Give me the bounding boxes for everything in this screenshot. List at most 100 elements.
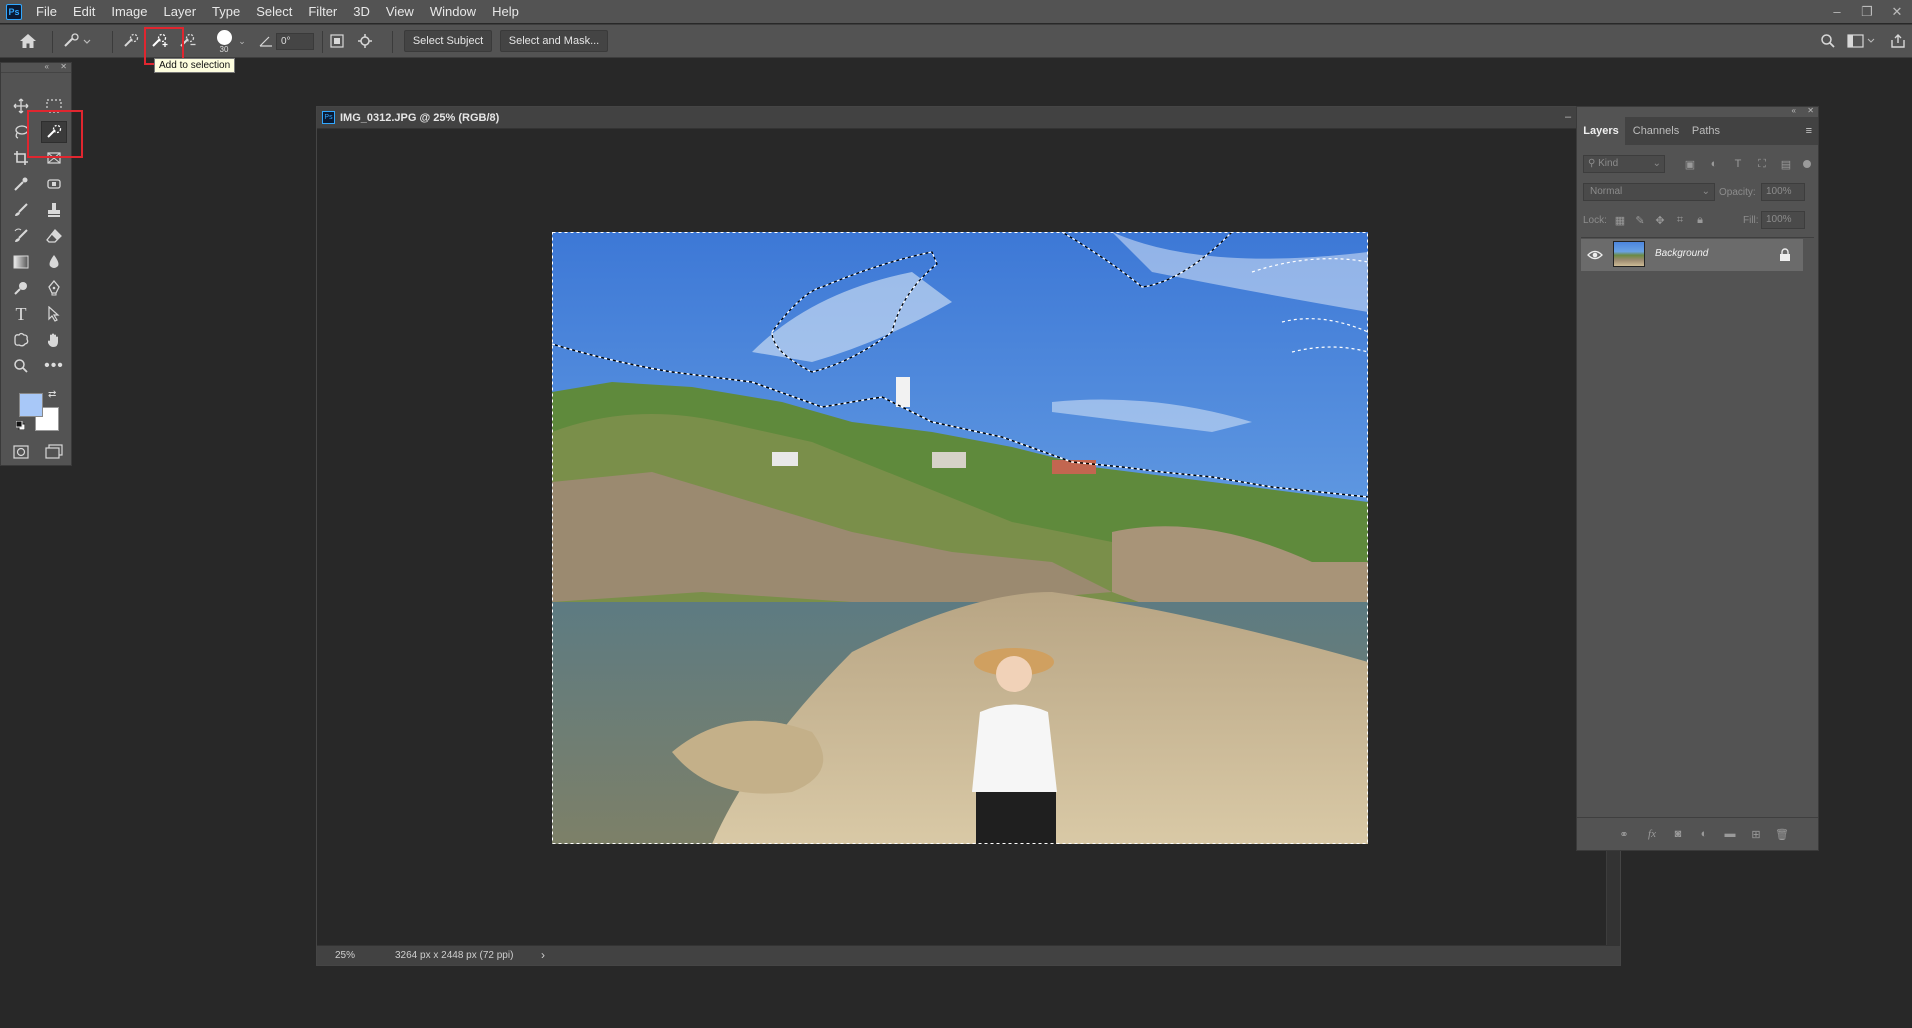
delete-layer-icon[interactable]: 🗑︎ — [1775, 827, 1789, 841]
fill-input[interactable]: 100% — [1761, 211, 1805, 229]
angle-input[interactable]: 0° — [276, 33, 314, 50]
hand-tool-icon[interactable] — [41, 329, 67, 351]
menu-edit[interactable]: Edit — [65, 0, 103, 23]
screen-mode-icon[interactable] — [41, 441, 67, 463]
share-icon[interactable] — [1886, 25, 1910, 57]
photo-scene — [552, 232, 1368, 844]
home-icon[interactable] — [14, 25, 42, 57]
menu-layer[interactable]: Layer — [156, 0, 205, 23]
blur-tool-icon[interactable] — [41, 251, 67, 273]
lock-position-icon[interactable]: ✥ — [1653, 213, 1667, 227]
shape-filter-icon[interactable]: ⛶ — [1755, 157, 1769, 171]
type-tool-icon[interactable]: T — [8, 303, 34, 325]
zoom-tool-icon[interactable] — [8, 355, 34, 377]
clone-stamp-tool-icon[interactable] — [41, 199, 67, 221]
smart-object-filter-icon[interactable]: ▤ — [1779, 157, 1793, 171]
swap-colors-icon[interactable]: ⇄ — [48, 389, 56, 400]
collapse-panel-icon[interactable]: « — [1792, 106, 1796, 115]
pixel-filter-icon[interactable]: ▣ — [1683, 157, 1697, 171]
sample-all-layers-icon[interactable] — [324, 25, 350, 57]
document-tab[interactable]: Ps IMG_0312.JPG @ 25% (RGB/8) – ☐ — [317, 107, 1620, 129]
tab-channels[interactable]: Channels — [1627, 117, 1685, 145]
add-mask-icon[interactable]: ◙ — [1671, 827, 1685, 841]
default-colors-icon[interactable] — [15, 419, 26, 431]
quick-mask-icon[interactable] — [8, 441, 34, 463]
quick-selection-highlight — [27, 110, 83, 158]
menu-image[interactable]: Image — [103, 0, 155, 23]
search-icon[interactable] — [1816, 25, 1840, 57]
menu-type[interactable]: Type — [204, 0, 248, 23]
tab-paths[interactable]: Paths — [1685, 117, 1727, 145]
fill-label: Fill: — [1743, 215, 1759, 226]
menu-select[interactable]: Select — [248, 0, 300, 23]
status-bar: 25% 3264 px x 2448 px (72 ppi) › — [317, 945, 1620, 965]
menu-window[interactable]: Window — [422, 0, 484, 23]
adjustment-layer-icon[interactable]: ◐ — [1697, 827, 1711, 841]
close-panel-icon[interactable]: ✕ — [1807, 106, 1814, 115]
link-layers-icon[interactable]: ⚭ — [1617, 827, 1631, 841]
document-info: 3264 px x 2448 px (72 ppi) — [395, 950, 514, 961]
chevron-right-icon[interactable]: › — [541, 948, 545, 962]
add-to-selection-tooltip: Add to selection — [154, 58, 236, 73]
layers-footer: ⚭ fx ◙ ◐ ▬ ⊞ 🗑︎ — [1577, 817, 1818, 850]
layer-row[interactable]: Background — [1581, 239, 1803, 271]
kind-filter-label: Kind — [1598, 158, 1619, 169]
menu-file[interactable]: File — [28, 0, 65, 23]
workspace-icon[interactable] — [1844, 25, 1880, 57]
custom-shape-tool-icon[interactable] — [8, 329, 34, 351]
minimize-button[interactable]: – — [1822, 4, 1852, 20]
lock-all-icon[interactable]: 🔒︎ — [1693, 213, 1707, 227]
close-button[interactable]: ✕ — [1882, 4, 1912, 20]
restore-button[interactable]: ❐ — [1852, 4, 1882, 20]
panel-menu-icon[interactable]: ≡ — [1806, 125, 1812, 137]
spot-healing-tool-icon[interactable] — [41, 173, 67, 195]
photoshop-logo: Ps — [6, 3, 22, 20]
eye-icon[interactable] — [1587, 247, 1603, 263]
lock-artboard-icon[interactable]: ⌗ — [1673, 213, 1687, 227]
select-and-mask-button[interactable]: Select and Mask... — [500, 30, 608, 52]
kind-filter[interactable]: ⚲ Kind ⌄ — [1583, 155, 1665, 173]
menu-help[interactable]: Help — [484, 0, 527, 23]
angle-icon — [258, 25, 274, 57]
pen-tool-icon[interactable] — [41, 277, 67, 299]
search-icon: ⚲ — [1588, 158, 1596, 169]
menu-3d[interactable]: 3D — [345, 0, 378, 23]
gradient-tool-icon[interactable] — [8, 251, 34, 273]
blend-mode-select[interactable]: Normal ⌄ — [1583, 183, 1715, 201]
opacity-input[interactable]: 100% — [1761, 183, 1805, 201]
type-filter-icon[interactable]: T — [1731, 157, 1745, 171]
brush-tool-icon[interactable] — [8, 199, 34, 221]
brush-size-value: 30 — [219, 45, 229, 54]
document-icon: Ps — [322, 111, 335, 124]
close-icon[interactable]: ✕ — [60, 62, 67, 71]
lock-transparent-icon[interactable]: ▦ — [1613, 213, 1627, 227]
foreground-color-swatch-front[interactable] — [19, 393, 43, 417]
lock-image-icon[interactable]: ✎ — [1633, 213, 1647, 227]
more-tools-icon[interactable]: ••• — [41, 355, 67, 377]
eraser-tool-icon[interactable] — [41, 225, 67, 247]
canvas-photo[interactable] — [552, 232, 1368, 844]
path-selection-tool-icon[interactable] — [41, 303, 67, 325]
new-selection-icon[interactable] — [118, 25, 144, 57]
menu-filter[interactable]: Filter — [300, 0, 345, 23]
chevron-down-icon[interactable]: ⌄ — [236, 25, 248, 57]
tab-layers[interactable]: Layers — [1577, 117, 1625, 145]
lock-icon — [1779, 248, 1791, 261]
adjustment-filter-icon[interactable]: ◐ — [1707, 157, 1721, 171]
new-group-icon[interactable]: ▬ — [1723, 827, 1737, 841]
new-layer-icon[interactable]: ⊞ — [1749, 827, 1763, 841]
zoom-level[interactable]: 25% — [335, 950, 355, 961]
dodge-tool-icon[interactable] — [8, 277, 34, 299]
history-brush-tool-icon[interactable] — [8, 225, 34, 247]
options-bar: 30 ⌄ 0° Select Subject Select and Mask..… — [0, 24, 1912, 58]
tool-preset-picker[interactable] — [58, 25, 96, 57]
auto-enhance-icon[interactable] — [352, 25, 378, 57]
collapse-icon[interactable]: « — [45, 62, 49, 71]
panel-header: « ✕ — [1577, 106, 1818, 117]
menu-view[interactable]: View — [378, 0, 422, 23]
eyedropper-tool-icon[interactable] — [8, 173, 34, 195]
fx-icon[interactable]: fx — [1645, 827, 1659, 841]
filter-toggle-icon[interactable] — [1803, 160, 1811, 168]
select-subject-button[interactable]: Select Subject — [404, 30, 492, 52]
layer-name[interactable]: Background — [1655, 248, 1708, 259]
